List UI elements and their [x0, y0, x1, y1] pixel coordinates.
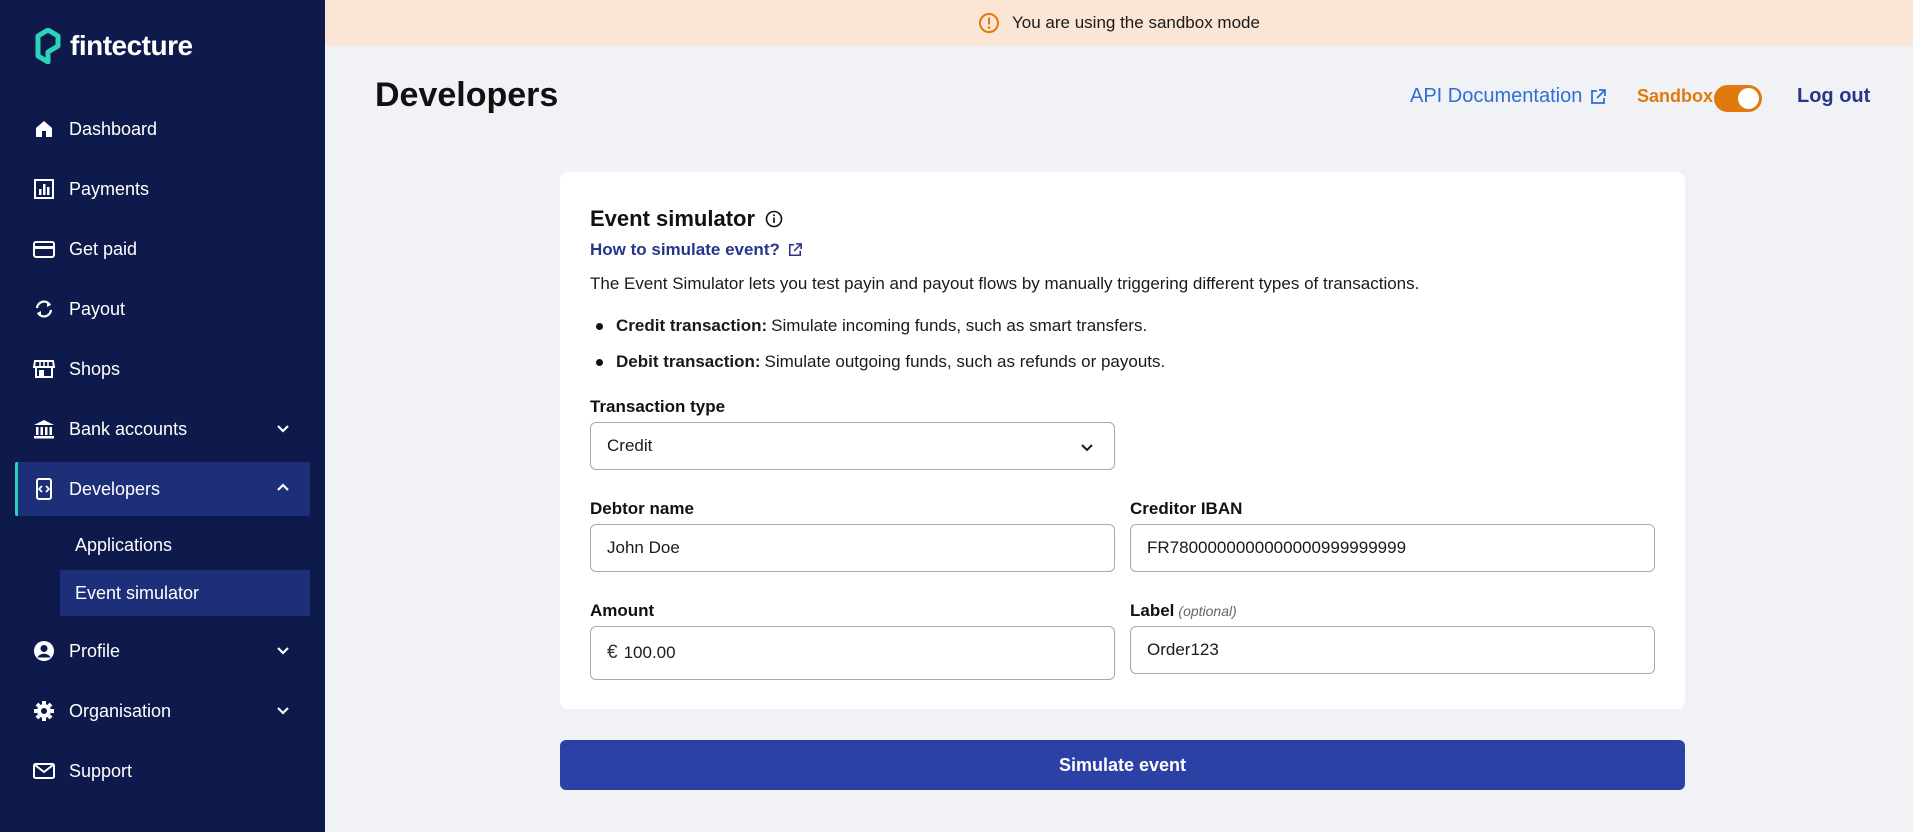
brand-name: fintecture [70, 30, 193, 61]
transaction-type-value: Credit [607, 436, 653, 455]
external-link-icon [788, 243, 802, 257]
refresh-icon [33, 298, 55, 320]
list-item: Debit transaction: Simulate outgoing fund… [590, 344, 1165, 380]
api-documentation-link[interactable]: API Documentation [1410, 85, 1607, 108]
creditor-iban-value: FR7800000000000000999999999 [1147, 538, 1407, 557]
page-title: Developers [375, 76, 559, 114]
gear-icon [33, 700, 55, 722]
label-field-label-text: Label [1130, 601, 1175, 620]
sidebar-item-profile[interactable]: Profile [15, 624, 310, 678]
sidebar-item-bank-accounts[interactable]: Bank accounts [15, 402, 310, 456]
sidebar-item-organisation[interactable]: Organisation [15, 684, 310, 738]
sidebar-subitem-event-simulator[interactable]: Event simulator [60, 570, 310, 616]
chevron-up-icon[interactable] [274, 479, 292, 497]
chevron-down-icon [1081, 444, 1093, 452]
sidebar-item-label: Get paid [69, 238, 138, 259]
amount-label: Amount [590, 601, 655, 620]
debtor-name-label: Debtor name [590, 499, 694, 518]
sidebar-subitem-applications[interactable]: Applications [60, 522, 310, 568]
bullet-term: Credit transaction: [616, 316, 768, 335]
sidebar-item-label: Profile [69, 640, 121, 661]
debtor-name-value: John Doe [607, 538, 680, 557]
card-icon [33, 238, 55, 260]
sidebar-item-label: Bank accounts [69, 418, 188, 439]
sidebar-item-payments[interactable]: Payments [15, 162, 310, 216]
chart-icon [33, 178, 55, 200]
creditor-iban-field[interactable]: FR7800000000000000999999999 [1130, 524, 1655, 572]
sidebar-item-label: Support [69, 760, 133, 781]
sidebar-item-label: Payout [69, 298, 126, 319]
sidebar-item-support[interactable]: Support [15, 744, 310, 798]
sidebar: fintecture Dashboard Payments Get paid P… [0, 0, 325, 832]
sandbox-label: Sandbox [1637, 86, 1714, 106]
transaction-type-select[interactable]: Credit [590, 422, 1115, 470]
how-to-simulate-link[interactable]: How to simulate event? [590, 240, 802, 260]
sidebar-item-get-paid[interactable]: Get paid [15, 222, 310, 276]
sidebar-item-developers[interactable]: Developers [15, 462, 310, 516]
toggle-knob [1738, 88, 1759, 109]
mail-icon [33, 760, 55, 782]
transaction-types-list: Credit transaction: Simulate incoming fun… [590, 308, 1165, 380]
card-title-text: Event simulator [590, 206, 756, 231]
fintecture-logo-icon [35, 28, 61, 64]
sandbox-toggle[interactable] [1714, 85, 1762, 112]
how-to-simulate-label: How to simulate event? [590, 240, 780, 259]
card-description: The Event Simulator lets you test payin … [590, 274, 1420, 293]
info-icon[interactable] [765, 210, 783, 228]
transaction-type-label: Transaction type [590, 397, 726, 416]
chevron-down-icon[interactable] [274, 419, 292, 437]
home-icon [33, 118, 55, 140]
sandbox-banner: You are using the sandbox mode [325, 0, 1913, 46]
sidebar-item-shops[interactable]: Shops [15, 342, 310, 396]
sidebar-item-label: Dashboard [69, 118, 158, 139]
bullet-term: Debit transaction: [616, 352, 761, 371]
main-nav: Dashboard Payments Get paid Payout Shops… [0, 102, 325, 804]
logout-link[interactable]: Log out [1797, 85, 1870, 108]
chevron-down-icon[interactable] [274, 701, 292, 719]
sidebar-item-label: Organisation [69, 700, 172, 721]
sidebar-item-payout[interactable]: Payout [15, 282, 310, 336]
event-simulator-card: Event simulator How to simulate event? T… [560, 172, 1685, 709]
label-field-label: Label (optional) [1130, 601, 1237, 621]
debtor-name-field[interactable]: John Doe [590, 524, 1115, 572]
creditor-iban-label: Creditor IBAN [1130, 499, 1243, 518]
amount-value: 100.00 [623, 643, 676, 662]
api-documentation-label: API Documentation [1410, 85, 1583, 107]
bullet-text: Simulate incoming funds, such as smart t… [771, 316, 1148, 335]
code-icon [33, 478, 55, 500]
sidebar-item-dashboard[interactable]: Dashboard [15, 102, 310, 156]
label-value: Order123 [1147, 640, 1219, 659]
banner-text: You are using the sandbox mode [1012, 13, 1260, 32]
external-link-icon [1591, 88, 1607, 104]
sidebar-item-label: Shops [69, 358, 121, 379]
label-field[interactable]: Order123 [1130, 626, 1655, 674]
optional-hint: (optional) [1178, 603, 1237, 619]
simulate-event-button[interactable]: Simulate event [560, 740, 1685, 790]
sidebar-item-label: Developers [69, 478, 161, 499]
currency-symbol: € [607, 642, 618, 663]
bullet-text: Simulate outgoing funds, such as refunds… [764, 352, 1166, 371]
bank-icon [33, 418, 55, 440]
sidebar-item-label: Payments [69, 178, 150, 199]
warning-circle-icon [979, 13, 1000, 33]
chevron-down-icon[interactable] [274, 641, 292, 659]
store-icon [33, 358, 55, 380]
list-item: Credit transaction: Simulate incoming fun… [590, 308, 1165, 344]
card-title: Event simulator [590, 206, 783, 232]
amount-field[interactable]: € 100.00 [590, 626, 1115, 680]
user-icon [33, 640, 55, 662]
fintecture-logo[interactable]: fintecture [34, 28, 193, 64]
